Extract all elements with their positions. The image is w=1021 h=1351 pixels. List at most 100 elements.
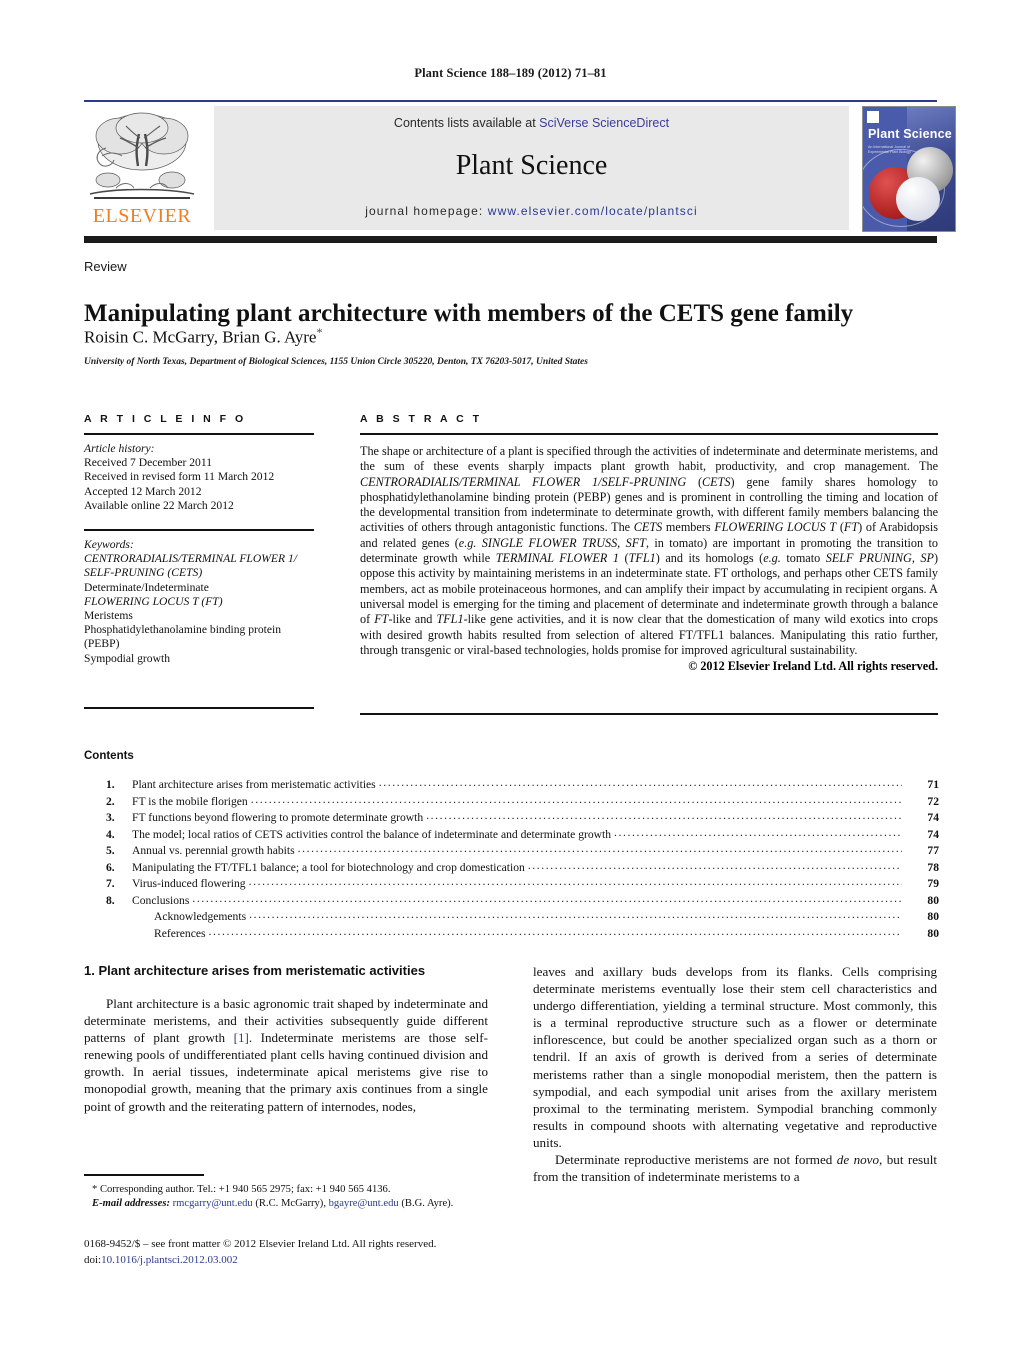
paper-page: Plant Science 188–189 (2012) 71–81 ELSEV…: [0, 0, 1021, 1351]
toc-dot-leader: [528, 859, 902, 872]
keywords-rule: [84, 529, 314, 532]
corresponding-author-marker: *: [316, 325, 323, 339]
history-item: Available online 22 March 2012: [84, 498, 234, 512]
toc-number: 5.: [106, 844, 115, 857]
toc-label[interactable]: Plant architecture arises from meristema…: [132, 778, 376, 791]
article-history-block: Article history: Received 7 December 201…: [84, 442, 314, 513]
author-names: Roisin C. McGarry, Brian G. Ayre: [84, 327, 317, 347]
toc-number: 6.: [106, 860, 115, 874]
keyword-item: Sympodial growth: [84, 651, 170, 665]
email-addresses-note: E-mail addresses: rmcgarry@unt.edu (R.C.…: [84, 1197, 494, 1211]
email-link-2[interactable]: bgayre@unt.edu: [329, 1198, 399, 1209]
imprint-block: 0168-9452/$ – see front matter © 2012 El…: [84, 1236, 514, 1268]
toc-page-number: 74: [927, 827, 939, 841]
paragraph: leaves and axillary buds develops from i…: [533, 964, 937, 1150]
contents-heading: Contents: [84, 750, 134, 762]
toc-label[interactable]: FT is the mobile florigen: [132, 795, 248, 808]
keyword-item: (PEBP): [84, 637, 120, 651]
article-info-column: A R T I C L E I N F O Article history: R…: [84, 413, 314, 666]
sciencedirect-link[interactable]: SciVerse ScienceDirect: [539, 116, 669, 130]
elsevier-wordmark: ELSEVIER: [92, 205, 192, 227]
keyword-item: CENTRORADIALIS/TERMINAL FLOWER 1/: [84, 552, 297, 566]
toc-page-number: 80: [927, 893, 939, 907]
footnote-rule: [84, 1174, 204, 1176]
homepage-url-link[interactable]: www.elsevier.com/locate/plantsci: [488, 204, 698, 218]
abstract-heading: A B S T R A C T: [360, 413, 482, 425]
keyword-item: FLOWERING LOCUS T (FT): [84, 594, 223, 608]
toc-label[interactable]: Acknowledgements: [132, 910, 246, 923]
article-info-heading: A R T I C L E I N F O: [84, 413, 247, 425]
abstract-rule: [360, 433, 938, 435]
toc-number: 1.: [106, 778, 115, 791]
toc-page-number: 71: [927, 778, 939, 791]
body-column-left: 1. Plant architecture arises from merist…: [84, 963, 488, 1115]
toc-label[interactable]: Conclusions: [132, 894, 189, 907]
contents-line-text: Contents lists available at: [393, 116, 540, 130]
history-item: Received in revised form 11 March 2012: [84, 470, 275, 484]
abstract-column: A B S T R A C T The shape or architectur…: [360, 413, 938, 674]
corresponding-author-note: * Corresponding author. Tel.: +1 940 565…: [92, 1184, 391, 1195]
body-column-right: leaves and axillary buds develops from i…: [533, 963, 937, 1185]
table-of-contents: 1. Plant architecture arises from meriste…: [84, 778, 939, 943]
abstract-bottom-rule: [360, 713, 938, 715]
article-info-bottom-rule: [84, 707, 314, 709]
doi-link[interactable]: 10.1016/j.plantsci.2012.03.002: [101, 1254, 238, 1266]
keyword-item: SELF-PRUNING (CETS): [84, 566, 203, 580]
article-info-rule: [84, 433, 314, 435]
keywords-block: Keywords: CENTRORADIALIS/TERMINAL FLOWER…: [84, 538, 314, 666]
keywords-label: Keywords:: [84, 538, 134, 552]
toc-page-number: 79: [927, 877, 939, 890]
elsevier-tree-icon: [86, 108, 198, 204]
doi-label: doi:: [84, 1254, 102, 1266]
toc-number: 3.: [106, 811, 115, 824]
section-heading-1: 1. Plant architecture arises from merist…: [84, 963, 426, 978]
toc-label[interactable]: References: [132, 927, 206, 940]
elsevier-logo: ELSEVIER: [84, 106, 200, 230]
cover-sphere-white: [896, 177, 940, 221]
contents-banner: Contents lists available at SciVerse Sci…: [214, 106, 849, 230]
toc-number: 4.: [106, 827, 115, 841]
affiliation: University of North Texas, Department of…: [84, 357, 588, 367]
keyword-item: Phosphatidylethanolamine binding protein: [84, 623, 282, 637]
masthead-top-rule: [84, 100, 937, 102]
toc-dot-leader: [251, 793, 902, 806]
toc-label[interactable]: FT functions beyond flowering to promote…: [132, 811, 423, 824]
paragraph: Plant architecture is a basic agronomic …: [84, 996, 488, 1114]
doi-line: doi:10.1016/j.plantsci.2012.03.002: [84, 1252, 514, 1268]
email-link-1[interactable]: rmcgarry@unt.edu: [173, 1198, 253, 1209]
history-item: Received 7 December 2011: [84, 456, 213, 470]
toc-dot-leader: [192, 892, 902, 905]
toc-label[interactable]: Manipulating the FT/TFL1 balance; a tool…: [132, 861, 525, 874]
email-attrib-1: (R.C. McGarry),: [255, 1197, 326, 1209]
sciencedirect-line: Contents lists available at SciVerse Sci…: [214, 116, 849, 130]
toc-number: 7.: [106, 877, 115, 890]
journal-title: Plant Science: [455, 150, 608, 181]
author-list: Roisin C. McGarry, Brian G. Ayre*: [84, 325, 944, 348]
abstract-copyright: © 2012 Elsevier Ireland Ltd. All rights …: [688, 659, 938, 674]
article-history-label: Article history:: [84, 442, 155, 455]
journal-cover-thumbnail[interactable]: Plant Science An International Journal o…: [862, 106, 956, 232]
cover-title-text: Plant Science: [868, 127, 952, 141]
toc-dot-leader: [249, 908, 902, 921]
toc-page-number: 72: [927, 794, 939, 808]
toc-dot-leader: [209, 925, 903, 938]
keyword-item: Meristems: [84, 609, 133, 623]
toc-label[interactable]: Virus-induced flowering: [132, 877, 246, 890]
running-head: Plant Science 188–189 (2012) 71–81: [414, 66, 607, 80]
toc-dot-leader: [249, 875, 902, 888]
toc-page-number: 74: [927, 811, 939, 824]
footnote-block: * Corresponding author. Tel.: +1 940 565…: [84, 1183, 494, 1210]
toc-page-number: 80: [927, 926, 939, 940]
cover-subtitle-text: An International Journal of Experimental…: [868, 145, 911, 154]
email-label: E-mail addresses:: [92, 1197, 170, 1209]
toc-label[interactable]: The model; local ratios of CETS activiti…: [132, 828, 611, 841]
toc-label[interactable]: Annual vs. perennial growth habits: [132, 844, 295, 857]
issn-line: 0168-9452/$ – see front matter © 2012 El…: [84, 1238, 437, 1250]
toc-number: 2.: [106, 794, 115, 808]
email-attrib-2: (B.G. Ayre).: [401, 1197, 454, 1209]
toc-row[interactable]: References 80: [84, 927, 939, 944]
cover-elsevier-mark-icon: [867, 111, 879, 123]
toc-dot-leader: [379, 776, 902, 789]
abstract-text: The shape or architecture of a plant is …: [360, 444, 939, 657]
keyword-item: Determinate/Indeterminate: [84, 580, 209, 594]
